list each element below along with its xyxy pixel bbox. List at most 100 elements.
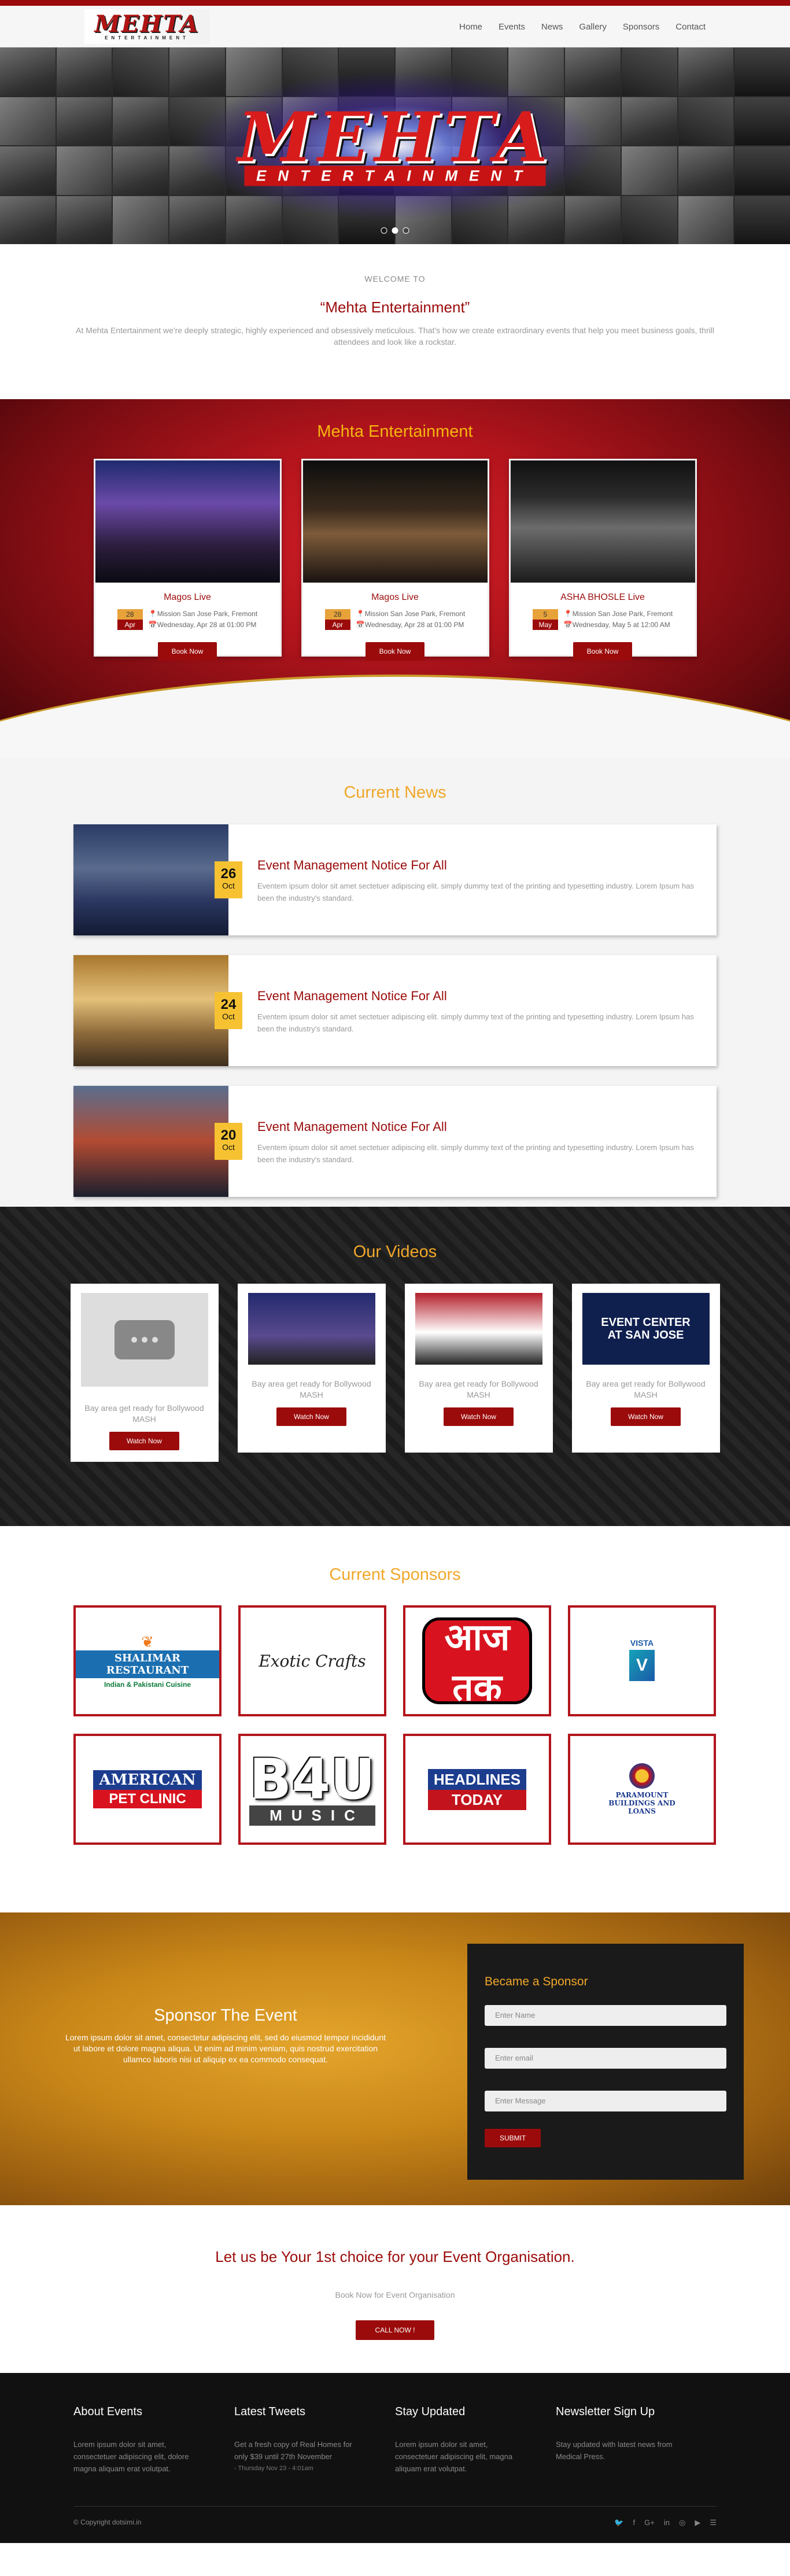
nav-home[interactable]: Home xyxy=(459,22,482,32)
submit-button[interactable]: SUBMIT xyxy=(485,2129,541,2147)
news-image[interactable]: 26 Oct xyxy=(73,824,242,935)
news-item[interactable]: 24 Oct Event Management Notice For All E… xyxy=(73,955,717,1066)
news-item[interactable]: 20 Oct Event Management Notice For All E… xyxy=(73,1086,717,1197)
news-excerpt: Eventem ipsum dolor sit amet sectetuer a… xyxy=(257,1012,694,1033)
nav-gallery[interactable]: Gallery xyxy=(579,22,607,32)
nav-news[interactable]: News xyxy=(541,22,563,32)
news-date-badge: 26 Oct xyxy=(215,861,242,898)
sponsor-logo-aaj-tak[interactable]: आज तक xyxy=(403,1605,551,1716)
sponsor-sub: PET CLINIC xyxy=(93,1790,202,1808)
book-now-button[interactable]: Book Now xyxy=(157,642,217,661)
event-month: Apr xyxy=(324,620,350,630)
calendar-icon: 📅 xyxy=(563,621,573,629)
news-image[interactable]: 20 Oct xyxy=(73,1086,242,1197)
tweet-text[interactable]: Get a fresh copy of Real Homes for only … xyxy=(234,2438,367,2463)
slider-dot[interactable] xyxy=(403,227,409,234)
video-thumbnail[interactable] xyxy=(415,1293,542,1365)
event-name[interactable]: ASHA BHOSLE Live xyxy=(511,592,695,603)
top-accent-bar xyxy=(0,0,790,6)
linkedin-icon[interactable]: in xyxy=(664,2518,670,2527)
news-item[interactable]: 26 Oct Event Management Notice For All E… xyxy=(73,824,717,935)
welcome-title: “Mehta Entertainment” xyxy=(320,298,470,316)
vista-v-icon: V xyxy=(629,1650,655,1681)
twitter-icon[interactable]: 🐦 xyxy=(614,2518,623,2527)
map-pin-icon: 📍 xyxy=(563,610,573,618)
email-input[interactable]: Enter email xyxy=(485,2048,726,2069)
nav-sponsors[interactable]: Sponsors xyxy=(623,22,659,32)
calendar-icon: 📅 xyxy=(356,621,365,629)
watch-now-button[interactable]: Watch Now xyxy=(276,1407,346,1426)
sponsor-logo-shalimar[interactable]: ❦ SHALIMAR RESTAURANT Indian & Pakistani… xyxy=(73,1605,222,1716)
watch-now-button[interactable]: Watch Now xyxy=(444,1407,514,1426)
video-caption: Bay area get ready for Bollywood MASH xyxy=(252,1379,371,1399)
event-image[interactable] xyxy=(510,460,695,583)
rss-icon[interactable]: ☰ xyxy=(710,2518,717,2527)
events-title: Mehta Entertainment xyxy=(317,422,473,441)
cta-title: Let us be Your 1st choice for your Event… xyxy=(215,2248,575,2265)
slider-dots xyxy=(381,227,409,234)
cta-subtitle: Book Now for Event Organisation xyxy=(335,2290,455,2299)
logo-wordmark: MEHTA xyxy=(94,10,200,38)
tweet-date: - Thursday Nov 23 - 4:01am xyxy=(234,2465,313,2472)
event-location: Mission San Jose Park, Fremont xyxy=(572,610,673,618)
book-now-button[interactable]: Book Now xyxy=(365,642,425,661)
sponsor-name: VISTA xyxy=(630,1638,654,1648)
book-now-button[interactable]: Book Now xyxy=(573,642,633,661)
news-day: 26 xyxy=(220,866,237,882)
sponsor-logo-b4u-music[interactable]: B4U MUSIC xyxy=(238,1734,386,1845)
event-month: May xyxy=(532,620,558,630)
sponsor-logo-american-pet-clinic[interactable]: AMERICAN PET CLINIC xyxy=(73,1734,222,1845)
sponsor-sub: TODAY xyxy=(427,1789,527,1810)
nav-events[interactable]: Events xyxy=(499,22,525,32)
call-now-button[interactable]: CALL NOW ! xyxy=(355,2320,435,2340)
name-input[interactable]: Enter Name xyxy=(485,2005,726,2026)
sponsor-logo-exotic-crafts[interactable]: Exotic Crafts xyxy=(238,1605,386,1716)
footer-heading: Newsletter Sign Up xyxy=(556,2405,655,2418)
sponsors-section: Current Sponsors ❦ SHALIMAR RESTAURANT I… xyxy=(0,1526,790,1912)
footer-stay-updated: Stay Updated Lorem ipsum dolor sit amet,… xyxy=(395,2405,556,2475)
footer-text: Lorem ipsum dolor sit amet, consectetuer… xyxy=(395,2440,513,2473)
video-thumbnail[interactable] xyxy=(80,1293,208,1387)
news-headline[interactable]: Event Management Notice For All xyxy=(257,858,703,873)
sponsor-logo-headlines-today[interactable]: HEADLINES TODAY xyxy=(403,1734,551,1845)
news-headline[interactable]: Event Management Notice For All xyxy=(257,989,703,1004)
video-card: Bay area get ready for Bollywood MASH Wa… xyxy=(70,1284,219,1462)
footer-tweets: Latest Tweets Get a fresh copy of Real H… xyxy=(234,2405,395,2475)
event-name[interactable]: Magos Live xyxy=(95,592,280,603)
form-title: Became a Sponsor xyxy=(485,1975,588,1988)
instagram-icon[interactable]: ◎ xyxy=(679,2518,685,2527)
calendar-icon: 📅 xyxy=(148,621,157,629)
paramount-emblem-icon xyxy=(629,1763,655,1789)
video-thumbnail[interactable]: EVENT CENTER AT SAN JOSE xyxy=(582,1293,710,1365)
play-icon[interactable] xyxy=(114,1320,175,1359)
youtube-icon[interactable]: ▶ xyxy=(695,2518,700,2527)
hero-logo: MEHTA ENTERTAINMENT xyxy=(238,103,553,186)
sponsor-name: SHALIMAR RESTAURANT xyxy=(76,1650,219,1678)
event-datetime: Wednesday, May 5 at 12:00 AM xyxy=(572,621,670,629)
event-image[interactable] xyxy=(95,460,280,583)
sponsor-logo-paramount[interactable]: PARAMOUNT BUILDINGS AND LOANS xyxy=(568,1734,716,1845)
event-image[interactable] xyxy=(302,460,488,583)
welcome-kicker: WELCOME TO xyxy=(364,274,426,283)
video-thumbnail[interactable] xyxy=(248,1293,375,1365)
news-month: Oct xyxy=(222,881,235,890)
message-input[interactable]: Enter Message xyxy=(485,2091,726,2111)
google-plus-icon[interactable]: G+ xyxy=(644,2518,655,2527)
slider-dot-active[interactable] xyxy=(392,227,398,234)
nav-contact[interactable]: Contact xyxy=(675,22,706,32)
facebook-icon[interactable]: f xyxy=(633,2518,636,2527)
watch-now-button[interactable]: Watch Now xyxy=(611,1407,681,1426)
news-image[interactable]: 24 Oct xyxy=(73,955,242,1066)
footer-heading: About Events xyxy=(73,2405,142,2418)
hero-slider[interactable]: MEHTA ENTERTAINMENT xyxy=(0,47,790,244)
sponsor-logo-vista[interactable]: VISTA V xyxy=(568,1605,716,1716)
footer-text: Lorem ipsum dolor sit amet, consectetuer… xyxy=(73,2440,189,2473)
sponsors-title: Current Sponsors xyxy=(329,1565,461,1584)
footer-text: Stay updated with latest news from Medic… xyxy=(556,2440,673,2461)
news-headline[interactable]: Event Management Notice For All xyxy=(257,1119,703,1134)
event-name[interactable]: Magos Live xyxy=(303,592,488,603)
video-card: Bay area get ready for Bollywood MASH Wa… xyxy=(404,1284,553,1453)
slider-dot[interactable] xyxy=(381,227,387,234)
watch-now-button[interactable]: Watch Now xyxy=(109,1432,179,1450)
site-logo[interactable]: MEHTA ENTERTAINMENT xyxy=(84,9,209,44)
